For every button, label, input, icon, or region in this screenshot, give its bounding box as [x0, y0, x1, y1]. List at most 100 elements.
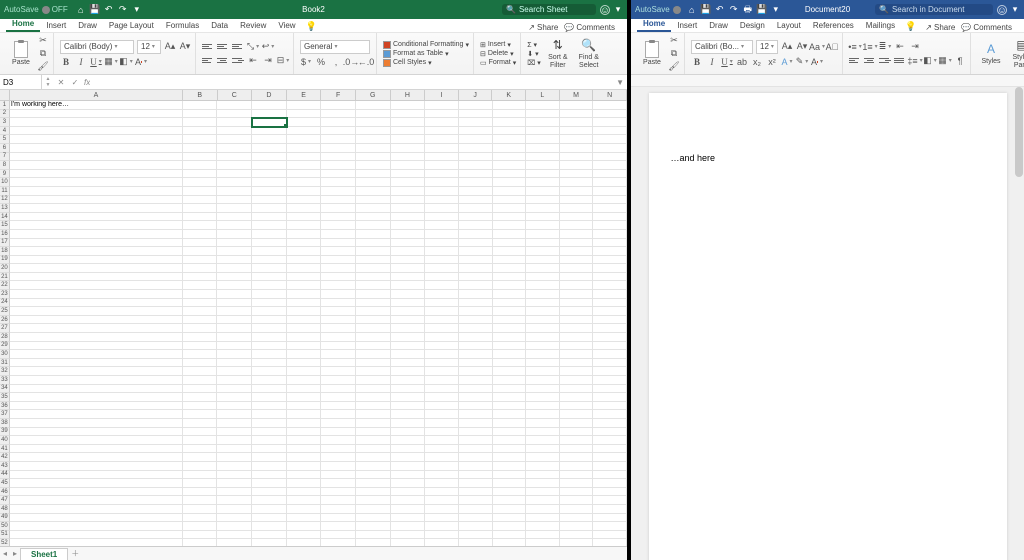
cell[interactable] — [252, 539, 287, 546]
cell[interactable] — [391, 376, 426, 385]
cell[interactable] — [356, 290, 391, 299]
row-header[interactable]: 20 — [0, 264, 10, 273]
cell[interactable] — [459, 221, 493, 230]
styles-quick[interactable]: AStyles — [977, 41, 1005, 66]
cell[interactable] — [287, 419, 322, 428]
cell[interactable] — [493, 436, 527, 445]
feedback-icon[interactable]: ☺ — [997, 5, 1007, 15]
cell[interactable] — [526, 170, 560, 179]
cell[interactable] — [493, 342, 527, 351]
cell[interactable] — [356, 144, 391, 153]
cell[interactable] — [526, 402, 560, 411]
cell[interactable] — [356, 539, 391, 546]
row-header[interactable]: 4 — [0, 127, 10, 136]
cell[interactable] — [425, 221, 459, 230]
cell[interactable] — [391, 514, 426, 523]
cell[interactable] — [593, 324, 627, 333]
cell[interactable] — [252, 118, 287, 127]
search-sheet[interactable]: 🔍 Search Sheet — [502, 4, 596, 15]
cell[interactable] — [391, 247, 426, 256]
save-icon[interactable]: 💾 — [90, 5, 100, 15]
row-header[interactable]: 42 — [0, 453, 10, 462]
cell[interactable] — [10, 161, 183, 170]
cell[interactable] — [217, 290, 252, 299]
cell[interactable] — [526, 428, 560, 437]
cell[interactable] — [10, 539, 183, 546]
cell[interactable] — [356, 239, 391, 248]
cell[interactable] — [459, 333, 493, 342]
cell[interactable] — [425, 144, 459, 153]
cell[interactable] — [526, 324, 560, 333]
namebox-dropdown-icon[interactable]: ▲▼ — [42, 76, 54, 88]
cell[interactable] — [391, 462, 426, 471]
cell[interactable] — [593, 127, 627, 136]
cell[interactable] — [252, 101, 287, 110]
cell[interactable] — [526, 376, 560, 385]
col-header[interactable]: G — [356, 90, 391, 101]
cell[interactable] — [526, 385, 560, 394]
cell[interactable] — [356, 170, 391, 179]
cell[interactable] — [425, 471, 459, 480]
align-center-icon[interactable] — [217, 56, 229, 65]
cell[interactable] — [217, 256, 252, 265]
cell[interactable] — [593, 299, 627, 308]
cell[interactable] — [10, 376, 183, 385]
cell-styles[interactable]: Cell Styles ▾ — [383, 59, 469, 67]
cell[interactable] — [425, 324, 459, 333]
cell[interactable] — [183, 299, 218, 308]
cell[interactable] — [493, 350, 527, 359]
cell[interactable] — [560, 204, 594, 213]
cell[interactable] — [593, 376, 627, 385]
cell[interactable] — [10, 385, 183, 394]
cell[interactable] — [560, 178, 594, 187]
cell[interactable] — [252, 230, 287, 239]
cell[interactable] — [321, 410, 356, 419]
cell[interactable] — [560, 445, 594, 454]
font-size-select[interactable]: 12 — [137, 40, 161, 54]
cell[interactable] — [391, 299, 426, 308]
cell[interactable] — [217, 118, 252, 127]
cell[interactable] — [356, 256, 391, 265]
autosave-toggle[interactable] — [673, 6, 681, 14]
row-header[interactable]: 6 — [0, 144, 10, 153]
cell[interactable] — [425, 428, 459, 437]
cell[interactable] — [526, 118, 560, 127]
row-header[interactable]: 30 — [0, 350, 10, 359]
cell[interactable] — [593, 230, 627, 239]
cell[interactable] — [10, 118, 183, 127]
cell[interactable] — [356, 110, 391, 119]
cell[interactable] — [321, 153, 356, 162]
cell[interactable] — [321, 118, 356, 127]
cell[interactable] — [252, 161, 287, 170]
cell[interactable] — [593, 178, 627, 187]
format-cells[interactable]: ▭ Format ▾ — [480, 59, 516, 67]
save-icon[interactable]: 💾 — [701, 5, 711, 15]
cell[interactable] — [560, 247, 594, 256]
cell[interactable] — [321, 342, 356, 351]
cell[interactable] — [217, 522, 252, 531]
cell[interactable] — [356, 161, 391, 170]
cell[interactable] — [391, 221, 426, 230]
cell[interactable] — [217, 402, 252, 411]
cell[interactable] — [560, 161, 594, 170]
cell[interactable] — [356, 307, 391, 316]
cell[interactable] — [287, 324, 322, 333]
cell[interactable] — [217, 385, 252, 394]
row-header[interactable]: 34 — [0, 385, 10, 394]
cell[interactable] — [183, 505, 218, 514]
cell[interactable] — [391, 101, 426, 110]
cell[interactable] — [425, 410, 459, 419]
row-header[interactable]: 51 — [0, 531, 10, 540]
cell[interactable] — [459, 264, 493, 273]
cell[interactable] — [425, 256, 459, 265]
cell[interactable] — [252, 496, 287, 505]
cell[interactable] — [459, 118, 493, 127]
cell[interactable] — [459, 127, 493, 136]
cell[interactable] — [287, 178, 322, 187]
cell[interactable] — [183, 436, 218, 445]
cell[interactable] — [217, 410, 252, 419]
cell[interactable] — [493, 281, 527, 290]
cell[interactable] — [425, 101, 459, 110]
cell[interactable] — [252, 410, 287, 419]
col-header[interactable]: I — [425, 90, 459, 101]
